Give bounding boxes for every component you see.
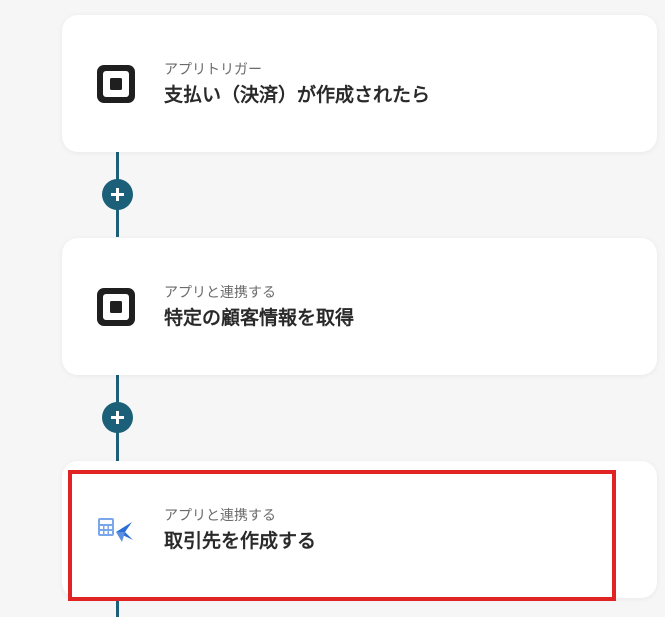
step-card-get-customer[interactable]: アプリと連携する 特定の顧客情報を取得 — [62, 238, 657, 375]
step-card-trigger[interactable]: アプリトリガー 支払い（決済）が作成されたら — [62, 15, 657, 152]
step-subtitle: アプリトリガー — [164, 62, 262, 78]
step-subtitle: アプリと連携する — [164, 285, 276, 301]
add-step-button[interactable] — [102, 402, 133, 433]
flow-connector — [116, 598, 119, 617]
step-title: 取引先を作成する — [164, 530, 317, 552]
step-subtitle: アプリと連携する — [164, 508, 276, 524]
square-logo-icon — [96, 64, 136, 104]
add-step-button[interactable] — [102, 179, 133, 210]
step-card-create-partner[interactable]: アプリと連携する 取引先を作成する — [62, 461, 657, 598]
square-logo-icon — [96, 287, 136, 327]
plus-icon — [111, 411, 124, 424]
plus-icon — [111, 188, 124, 201]
step-title: 特定の顧客情報を取得 — [164, 307, 355, 329]
step-title: 支払い（決済）が作成されたら — [164, 84, 431, 106]
flow-canvas: アプリトリガー 支払い（決済）が作成されたら アプリと連携する 特定の顧客情報を… — [0, 0, 665, 617]
calculator-app-icon — [96, 510, 136, 550]
